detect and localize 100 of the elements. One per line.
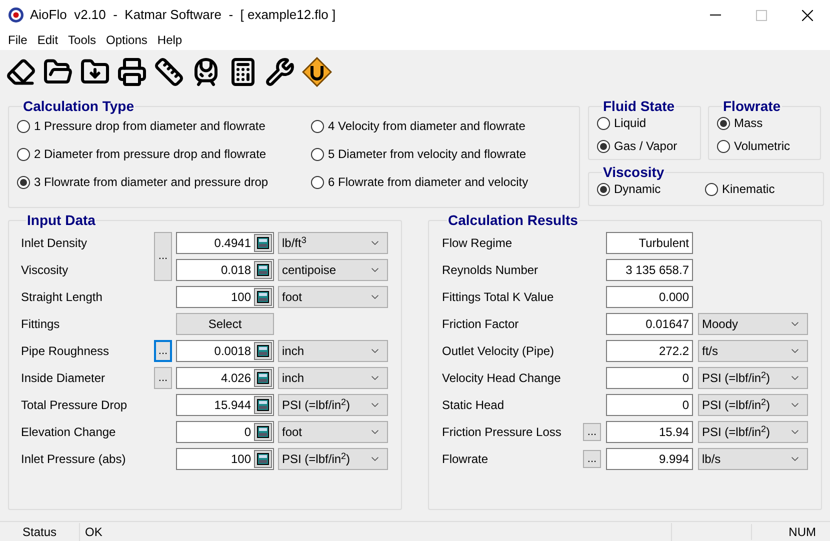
unit-dropdown[interactable]: PSI (=lbf/in$^{2}$) <box>698 394 808 416</box>
unit-dropdown[interactable]: lb/s <box>698 448 808 470</box>
more-button[interactable]: ... <box>154 367 172 389</box>
radio-label: 4 Velocity from diameter and flowrate <box>328 118 526 135</box>
unit-dropdown[interactable]: centipoise <box>278 259 388 281</box>
value-field[interactable]: 0.0018 <box>176 340 274 362</box>
unit-dropdown[interactable]: lb/ft$^{3}$ <box>278 232 388 254</box>
unit-dropdown[interactable]: inch <box>278 340 388 362</box>
result-field: 0.000 <box>606 286 693 308</box>
value-field[interactable]: 0 <box>176 421 274 443</box>
value-field[interactable]: 15.944 <box>176 394 274 416</box>
result-label: Flowrate <box>442 451 490 468</box>
result-field: 0.01647 <box>606 313 693 335</box>
group-title: Flowrate <box>722 98 782 114</box>
radio-button[interactable] <box>717 140 730 152</box>
unit-dropdown[interactable]: PSI (=lbf/in$^{2}$) <box>278 448 388 470</box>
field-label: Fittings <box>21 316 61 333</box>
group-title: Viscosity <box>602 164 666 180</box>
radio-button[interactable] <box>17 176 30 188</box>
more-button[interactable]: ... <box>583 423 601 441</box>
unit-dropdown[interactable]: Moody <box>698 313 808 335</box>
calculator-button[interactable] <box>254 288 272 306</box>
minimize-icon[interactable] <box>710 14 720 16</box>
window-title: AioFlo v2.10 - Katmar Software - [ example12.flo ] <box>30 6 336 24</box>
unit-dropdown[interactable]: foot <box>278 286 388 308</box>
radio-button[interactable] <box>17 120 30 132</box>
radio-button[interactable] <box>705 182 718 196</box>
result-field: 0 <box>606 394 693 416</box>
radio-button[interactable] <box>311 120 324 132</box>
radio-label: Liquid <box>614 115 646 132</box>
radio-button[interactable] <box>311 176 324 188</box>
result-field: 15.94 <box>606 421 693 443</box>
status-label: Status <box>0 522 80 540</box>
radio-label: 2 Diameter from pressure drop and flowrate <box>34 146 266 163</box>
ruler-icon[interactable] <box>154 57 184 87</box>
group-title: Input Data <box>26 212 96 228</box>
calculator-button[interactable] <box>254 369 272 387</box>
result-label: Outlet Velocity (Pipe) <box>442 343 556 360</box>
field-label: Inlet Density <box>21 235 88 252</box>
result-field: 272.2 <box>606 340 693 362</box>
group-title: Calculation Results <box>447 212 579 228</box>
menu-item[interactable]: File <box>3 31 32 49</box>
result-label: Fittings Total K Value <box>442 289 555 306</box>
radio-button[interactable] <box>717 116 730 130</box>
radio-label: Kinematic <box>722 181 775 198</box>
value-field[interactable]: 100 <box>176 286 274 308</box>
menu-item[interactable]: Options <box>101 31 152 49</box>
calculator-button[interactable] <box>254 234 272 252</box>
group-title: Calculation Type <box>22 98 135 114</box>
radio-button[interactable] <box>597 182 610 196</box>
diamond-badge-icon[interactable] <box>302 57 332 87</box>
radio-button[interactable] <box>17 148 30 160</box>
result-label: Friction Pressure Loss <box>442 424 562 441</box>
result-label: Flow Regime <box>442 235 514 252</box>
menu-item[interactable]: Tools <box>63 31 102 49</box>
menu-item[interactable]: Edit <box>32 31 64 49</box>
more-button[interactable]: ... <box>583 450 601 468</box>
app-logo-icon <box>8 7 24 23</box>
radio-label: 5 Diameter from velocity and flowrate <box>328 146 526 163</box>
unit-dropdown[interactable]: PSI (=lbf/in$^{2}$) <box>698 367 808 389</box>
result-field: 9.994 <box>606 448 693 470</box>
more-button[interactable]: ... <box>154 340 172 362</box>
radio-label: Dynamic <box>614 181 661 198</box>
calculator-button[interactable] <box>254 423 272 441</box>
unit-dropdown[interactable]: inch <box>278 367 388 389</box>
calculator-button[interactable] <box>254 342 272 360</box>
unit-dropdown[interactable]: foot <box>278 421 388 443</box>
result-field: 0 <box>606 367 693 389</box>
value-field[interactable]: 100 <box>176 448 274 470</box>
radio-button[interactable] <box>597 140 610 152</box>
calculator-button[interactable] <box>254 396 272 414</box>
radio-label: 3 Flowrate from diameter and pressure drop <box>34 174 268 191</box>
calculator-button[interactable] <box>254 450 272 468</box>
unit-dropdown[interactable]: ft/s <box>698 340 808 362</box>
radio-label: 6 Flowrate from diameter and velocity <box>328 174 528 191</box>
close-icon[interactable] <box>802 10 812 20</box>
field-label: Straight Length <box>21 289 104 306</box>
value-field[interactable]: 0.4941 <box>176 232 274 254</box>
select-button[interactable]: Select <box>176 313 274 335</box>
eraser-icon[interactable] <box>6 57 36 87</box>
field-label: Pipe Roughness <box>21 343 110 360</box>
radio-button[interactable] <box>597 116 610 130</box>
field-label: Elevation Change <box>21 424 117 441</box>
num-lock-indicator: NUM <box>788 524 817 540</box>
more-button[interactable]: ... <box>154 232 172 281</box>
value-field[interactable]: 4.026 <box>176 367 274 389</box>
radio-label: Volumetric <box>734 138 790 155</box>
radio-button[interactable] <box>311 148 324 160</box>
printer-icon[interactable] <box>117 57 147 87</box>
value-field[interactable]: 0.018 <box>176 259 274 281</box>
field-label: Inside Diameter <box>21 370 106 387</box>
unit-dropdown[interactable]: PSI (=lbf/in$^{2}$) <box>278 394 388 416</box>
calculator-button[interactable] <box>254 261 272 279</box>
radio-label: Gas / Vapor <box>614 138 678 155</box>
result-label: Velocity Head Change <box>442 370 562 387</box>
unit-dropdown[interactable]: PSI (=lbf/in$^{2}$) <box>698 421 808 443</box>
wrench-icon[interactable] <box>265 57 295 87</box>
menu-item[interactable]: Help <box>152 31 188 49</box>
radio-label: Mass <box>734 115 763 132</box>
group-title: Fluid State <box>602 98 676 114</box>
